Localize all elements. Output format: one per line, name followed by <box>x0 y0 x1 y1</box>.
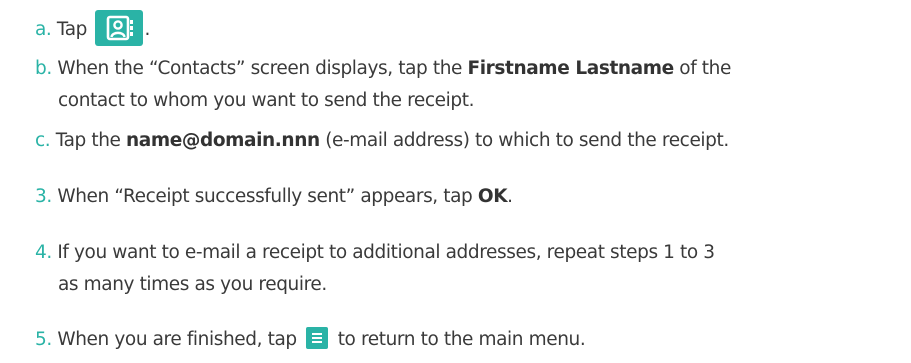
step-b-line-2: contact to whom you want to send the rec… <box>58 88 474 114</box>
step-4-number: 4. <box>35 242 52 263</box>
step-3-period: . <box>507 186 513 207</box>
step-4-line-1: 4. If you want to e-mail a receipt to ad… <box>35 240 715 266</box>
step-3-bold: OK <box>477 186 508 207</box>
step-5-text-2: to return to the main menu. <box>337 329 586 350</box>
step-3: 3. When “Receipt successfully sent” appe… <box>35 184 513 210</box>
step-b-number: b. <box>35 58 52 79</box>
step-5-number: 5. <box>35 329 52 350</box>
step-a-text: Tap <box>56 19 88 40</box>
step-c-bold: name@domain.nnn <box>126 130 320 151</box>
menu-icon <box>306 327 329 349</box>
step-b-bold: Firstname Lastname <box>467 58 675 79</box>
step-5: 5. When you are finished, tap to return … <box>35 327 586 353</box>
step-c: c. Tap the name@domain.nnn (e-mail addre… <box>35 128 729 154</box>
step-b-text-3: contact to whom you want to send the rec… <box>58 90 475 111</box>
step-3-number: 3. <box>35 186 52 207</box>
step-c-text-1: Tap the <box>55 130 121 151</box>
step-a-number: a. <box>35 19 52 40</box>
step-b-text-1: When the “Contacts” screen displays, tap… <box>57 58 463 79</box>
step-4-text-2: as many times as you require. <box>58 274 327 295</box>
step-c-number: c. <box>35 130 51 151</box>
step-c-text-2: (e-mail address) to which to send the re… <box>325 130 729 151</box>
step-b-line-1: b. When the “Contacts” screen displays, … <box>35 56 731 82</box>
step-3-text-1: When “Receipt successfully sent” appears… <box>57 186 473 207</box>
contacts-icon <box>94 10 143 46</box>
step-4-text-1: If you want to e-mail a receipt to addit… <box>57 242 715 263</box>
step-a-period: . <box>144 19 151 40</box>
step-4-line-2: as many times as you require. <box>58 272 327 298</box>
step-b-text-2: of the <box>679 58 731 79</box>
step-5-text-1: When you are finished, tap <box>57 329 297 350</box>
step-a: a. Tap . <box>35 10 151 48</box>
